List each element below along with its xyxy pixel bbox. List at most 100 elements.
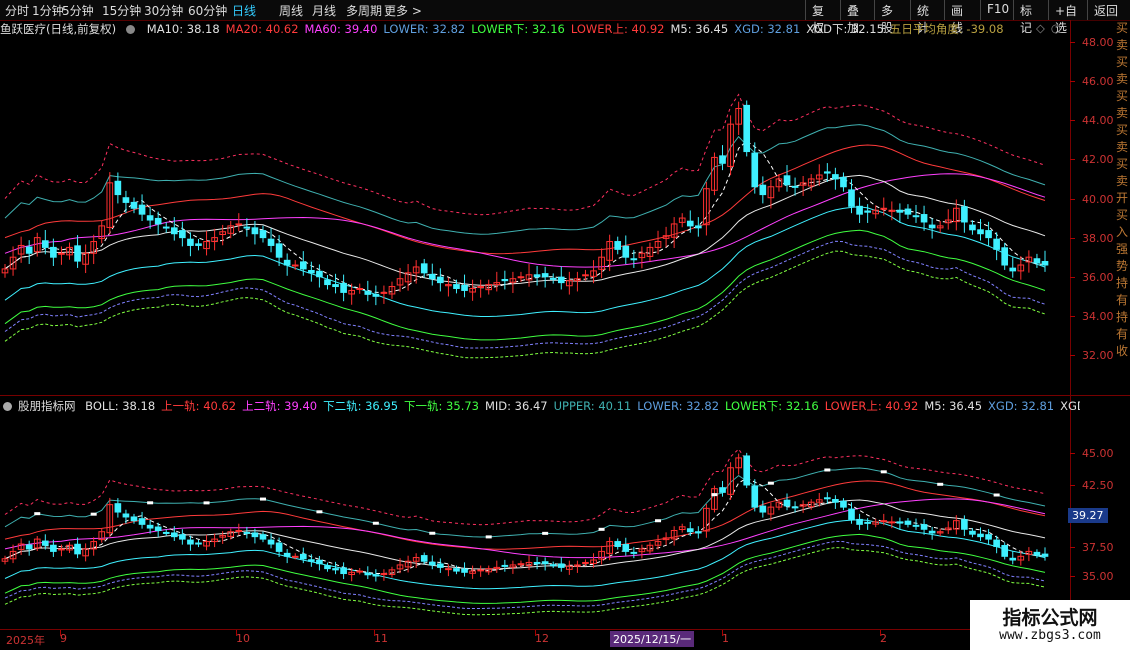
sub-candle-body <box>549 564 557 567</box>
main-candle-body <box>719 155 726 164</box>
sub-candle-body <box>308 559 315 562</box>
sub-candle-body <box>170 532 178 538</box>
sub-candle-body <box>896 521 904 524</box>
sub-candle-body <box>364 572 372 576</box>
main-candle-body <box>477 286 484 289</box>
sub-boll-marker <box>485 535 492 539</box>
main-candle-body <box>146 215 154 221</box>
sub-boll-marker <box>824 468 831 472</box>
sub-candle-body <box>743 455 751 486</box>
main-candle-body <box>832 174 839 180</box>
sub-candle-body <box>251 532 259 538</box>
main-candle-body <box>630 258 638 261</box>
main-candle-body <box>549 277 557 280</box>
main-candle-body <box>759 184 767 196</box>
main-candle-body <box>751 152 759 188</box>
main-axis-tick: 42.00 <box>1082 153 1114 166</box>
sub-boll-marker <box>711 493 718 497</box>
sub-candle-body <box>420 555 428 562</box>
main-candle-body <box>138 204 146 215</box>
sub-candle-body <box>275 542 283 552</box>
sub-candle-body <box>299 553 307 560</box>
main-lower-dashed <box>4 240 1046 349</box>
sub-candle-body <box>622 544 630 552</box>
main-candle-body <box>993 238 1000 250</box>
watermark-url: www.zbgs3.com <box>999 628 1101 643</box>
sub-candle-body <box>969 530 976 535</box>
main-candle-body <box>622 245 630 258</box>
x-axis-tick: 11 <box>374 632 388 645</box>
main-candle-body <box>74 245 81 262</box>
sub-legend-item: UPPER: 40.11 <box>553 399 632 413</box>
sub-candle-body <box>235 529 243 532</box>
sub-candle-body <box>1001 544 1009 557</box>
sub-boll-marker <box>767 481 774 485</box>
main-candle-body <box>848 189 855 207</box>
x-axis-tick: 12 <box>535 632 549 645</box>
sub-legend-item: MID: 36.47 <box>484 399 548 413</box>
sub-candle-body <box>961 519 968 530</box>
sub-candle-body <box>695 531 702 534</box>
main-candle-body <box>453 284 460 289</box>
main-candle-body <box>686 220 694 227</box>
sub-candle-body <box>58 548 65 551</box>
sub-candle-body <box>501 564 509 567</box>
sub-candle-body <box>187 539 194 545</box>
sub-candle-body <box>50 544 57 552</box>
main-candle-body <box>283 259 291 266</box>
sub-boll-marker <box>880 470 887 474</box>
sub-lower-under-dashed <box>4 547 1046 616</box>
sub-legend-item: M5: 36.45 <box>924 399 983 413</box>
watermark-title: 指标公式网 <box>1002 607 1098 629</box>
sub-lower1-line <box>4 533 1046 604</box>
panel-menu-icon[interactable] <box>3 402 12 411</box>
sub-candle-body <box>122 513 130 518</box>
sub-candle-body <box>783 499 791 507</box>
sub-candle-body <box>259 534 267 540</box>
sub-candle-body <box>179 534 186 540</box>
sub-legend-item: XGD: 32.81 <box>988 399 1055 413</box>
sub-axis-tick: 42.50 <box>1082 479 1114 492</box>
main-candle-body <box>356 287 364 290</box>
sub-candle-body <box>243 531 251 534</box>
main-candle-body <box>1009 267 1017 272</box>
current-price-tag: 39.27 <box>1068 508 1108 523</box>
main-axis-tick: 36.00 <box>1082 271 1114 284</box>
stock-chart[interactable] <box>0 0 1130 650</box>
sub-candle-body <box>541 561 549 565</box>
main-candle-body <box>517 276 525 279</box>
sub-legend-item: 上二轨: 39.40 <box>242 399 318 413</box>
main-candle-body <box>162 226 170 229</box>
main-candle-body <box>267 238 275 246</box>
sub-boll-marker <box>203 501 210 505</box>
main-candle-body <box>50 246 57 258</box>
main-candle-body <box>428 273 436 280</box>
main-candle-body <box>316 270 323 278</box>
sub-candle-body <box>1009 557 1017 561</box>
main-candle-body <box>187 238 194 246</box>
sub-candle-body <box>888 521 896 524</box>
sub-candle-body <box>840 500 847 508</box>
sub-legend-item: XGD下: 3 <box>1060 399 1080 413</box>
main-candle-body <box>170 227 178 235</box>
sub-candle-body <box>316 559 323 565</box>
sub-legend: 股朋指标网 BOLL: 38.18 上一轨: 40.62 上二轨: 39.40 下二轨… <box>0 398 1080 414</box>
sub-candle-body <box>267 539 275 545</box>
sub-ma20-line <box>4 480 1046 550</box>
sub-candle-body <box>437 563 444 568</box>
sub-candle-body <box>614 541 622 547</box>
main-axis-tick: 34.00 <box>1082 310 1114 323</box>
sub-title[interactable]: 股朋指标网 <box>18 399 76 413</box>
main-candle-body <box>912 215 920 218</box>
main-candle-body <box>122 197 130 203</box>
main-axis-tick: 44.00 <box>1082 114 1114 127</box>
sub-candle-body <box>340 567 347 575</box>
main-candle-body <box>541 273 549 278</box>
signal-sidebar: 买卖买卖买卖买卖买卖开买入强势持有持有收 <box>1116 20 1130 390</box>
sub-boll-marker <box>34 512 41 516</box>
sub-candle-body <box>928 530 936 534</box>
main-candle-body <box>308 269 315 274</box>
sub-legend-item: 下一轨: 35.73 <box>404 399 479 413</box>
x-axis-tick: 2 <box>880 632 887 645</box>
sub-candle-body <box>912 524 920 527</box>
